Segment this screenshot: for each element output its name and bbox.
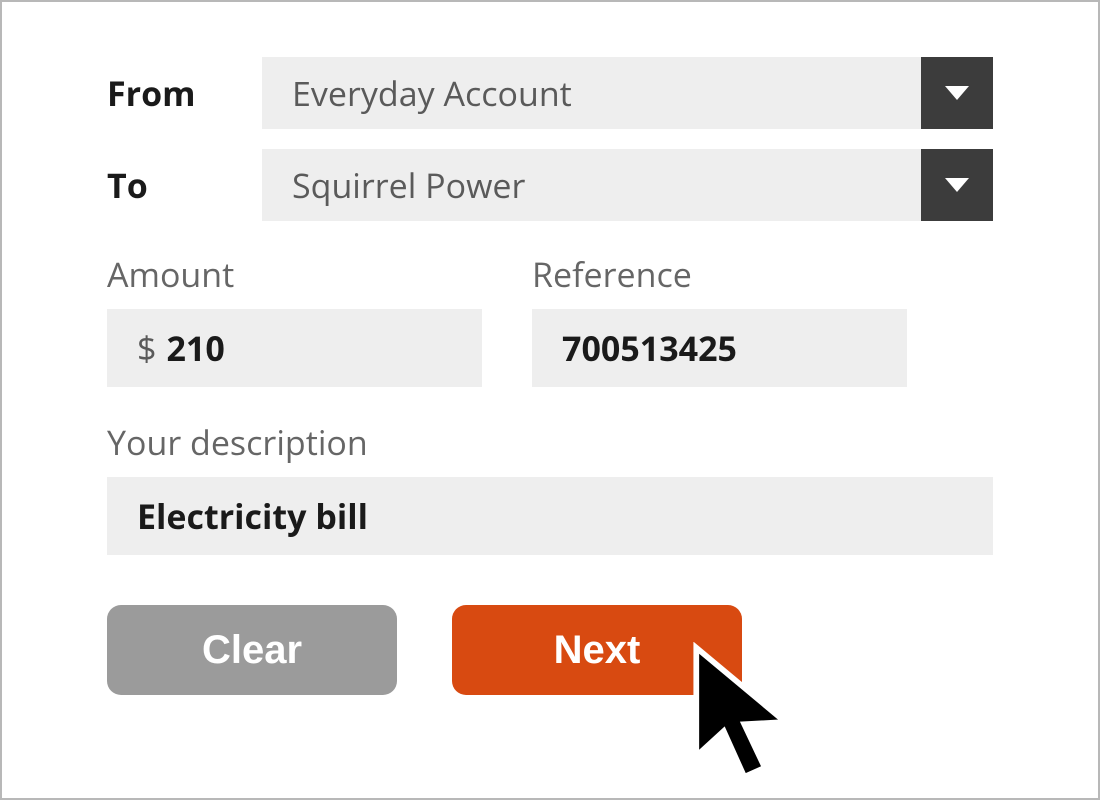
to-payee-select[interactable]: Squirrel Power: [262, 149, 993, 221]
amount-input[interactable]: $ 210: [107, 309, 482, 387]
amount-field: Amount $ 210: [107, 251, 482, 387]
to-label: To: [107, 162, 262, 208]
dropdown-arrow-icon: [921, 57, 993, 129]
description-label: Your description: [107, 419, 993, 465]
clear-button[interactable]: Clear: [107, 605, 397, 695]
from-label: From: [107, 70, 262, 116]
description-value: Electricity bill: [137, 493, 368, 539]
from-account-value: Everyday Account: [262, 57, 921, 129]
payment-form-panel: From Everyday Account To Squirrel Power …: [0, 0, 1100, 800]
next-button[interactable]: Next: [452, 605, 742, 695]
reference-value: 700513425: [562, 325, 737, 371]
form-actions: Clear Next: [107, 605, 993, 695]
from-account-select[interactable]: Everyday Account: [262, 57, 993, 129]
description-field: Your description Electricity bill: [107, 419, 993, 555]
description-row: Your description Electricity bill: [107, 419, 993, 555]
amount-label: Amount: [107, 251, 482, 297]
reference-field: Reference 700513425: [532, 251, 907, 387]
reference-input[interactable]: 700513425: [532, 309, 907, 387]
amount-reference-row: Amount $ 210 Reference 700513425: [107, 251, 993, 387]
dropdown-arrow-icon: [921, 149, 993, 221]
amount-value: 210: [166, 325, 224, 371]
to-payee-value: Squirrel Power: [262, 149, 921, 221]
reference-label: Reference: [532, 251, 907, 297]
description-input[interactable]: Electricity bill: [107, 477, 993, 555]
currency-symbol: $: [137, 325, 156, 371]
to-row: To Squirrel Power: [107, 149, 993, 221]
from-row: From Everyday Account: [107, 57, 993, 129]
